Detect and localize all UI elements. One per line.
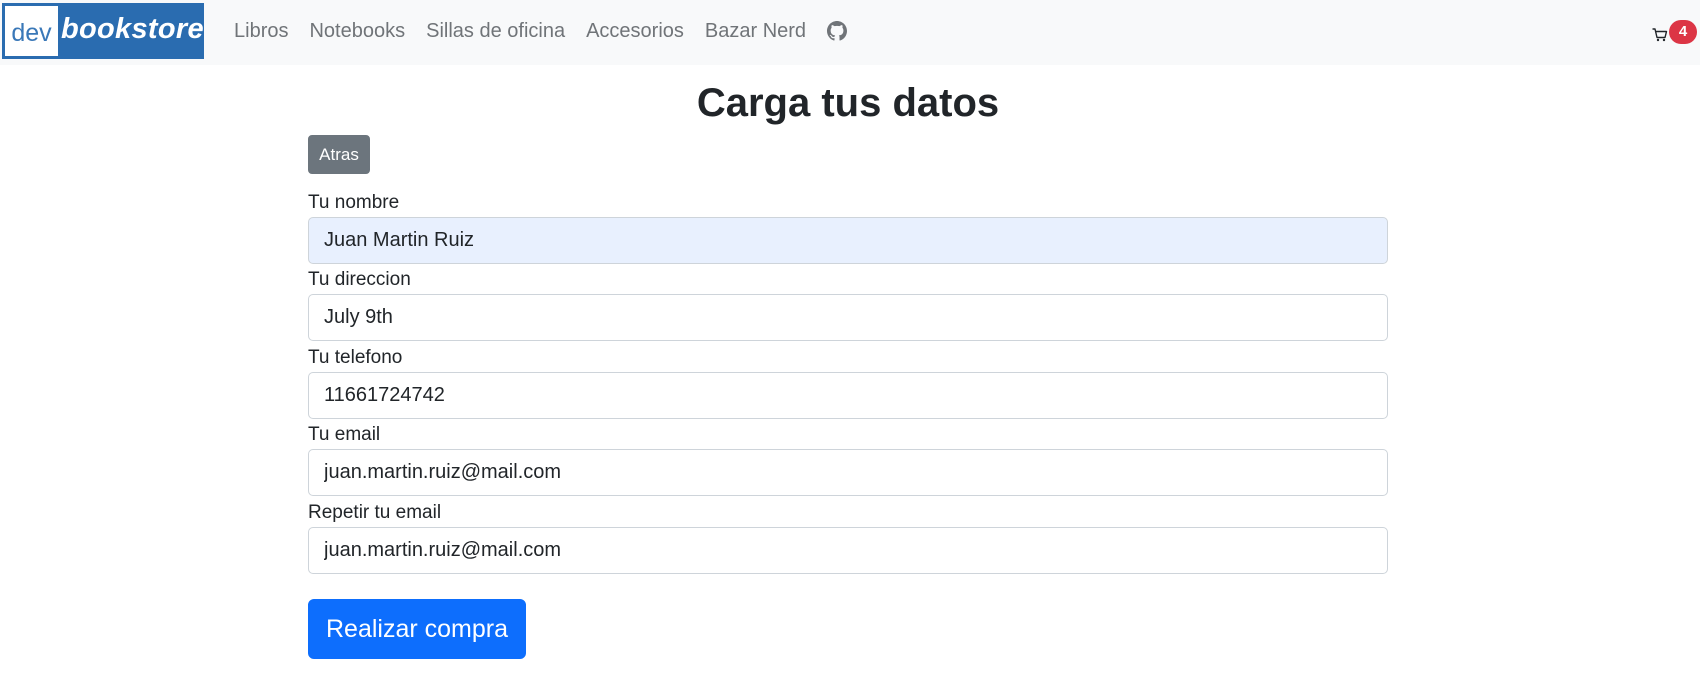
cart-icon (1652, 28, 1668, 42)
navbar: dev bookstore Libros Notebooks Sillas de… (0, 0, 1700, 65)
nav-link-libros[interactable]: Libros (234, 20, 288, 43)
repeat-email-label: Repetir tu email (308, 502, 442, 523)
email-label: Tu email (308, 424, 381, 445)
brand-logo-name: bookstore (61, 13, 204, 45)
email-input[interactable] (308, 449, 1388, 496)
cart-count-badge: 4 (1669, 20, 1697, 44)
github-icon (827, 21, 848, 41)
address-label: Tu direccion (308, 269, 411, 290)
back-button[interactable]: Atras (308, 135, 370, 174)
github-link[interactable] (827, 21, 848, 41)
nav-link-notebooks[interactable]: Notebooks (309, 20, 405, 43)
nav-link-sillas-de-oficina[interactable]: Sillas de oficina (426, 20, 565, 43)
nav-links: Libros Notebooks Sillas de oficina Acces… (234, 0, 848, 62)
submit-purchase-button[interactable]: Realizar compra (308, 599, 526, 659)
name-label: Tu nombre (308, 192, 400, 213)
brand-logo[interactable]: dev bookstore (2, 3, 204, 59)
phone-label: Tu telefono (308, 347, 403, 368)
repeat-email-input[interactable] (308, 527, 1388, 574)
page-title: Carga tus datos (696, 81, 1000, 125)
name-input[interactable] (308, 217, 1388, 264)
address-input[interactable] (308, 294, 1388, 341)
phone-input[interactable] (308, 372, 1388, 419)
nav-link-bazar-nerd[interactable]: Bazar Nerd (705, 20, 806, 43)
nav-link-accesorios[interactable]: Accesorios (586, 20, 684, 43)
brand-logo-prefix: dev (5, 6, 58, 56)
cart-button[interactable]: 4 (1652, 20, 1697, 44)
